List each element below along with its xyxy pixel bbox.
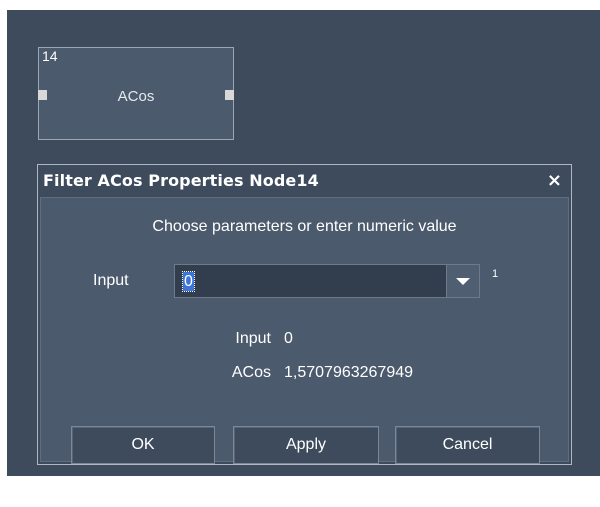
node-canvas[interactable]: 14 ACos Filter ACos Properties Node14 × … <box>7 10 600 476</box>
info-value-input: 0 <box>284 330 293 347</box>
dialog-title: Filter ACos Properties Node14 <box>43 171 319 190</box>
input-combo[interactable]: 0 <box>174 264 480 298</box>
dialog-title-bar[interactable]: Filter ACos Properties Node14 × <box>38 165 571 197</box>
acos-node[interactable]: 14 ACos <box>38 47 234 140</box>
input-value-field[interactable]: 0 <box>182 271 195 292</box>
input-label: Input <box>93 272 129 289</box>
output-port[interactable] <box>225 90 234 100</box>
input-index: 1 <box>492 268 499 280</box>
info-value-acos: 1,5707963267949 <box>284 364 414 381</box>
dialog-body: Choose parameters or enter numeric value… <box>40 197 569 464</box>
properties-dialog: Filter ACos Properties Node14 × Choose p… <box>37 164 572 465</box>
cancel-button[interactable]: Cancel <box>395 426 540 464</box>
apply-button[interactable]: Apply <box>233 426 379 464</box>
dropdown-button[interactable] <box>446 265 479 297</box>
info-label-acos: ACos <box>231 364 271 381</box>
info-label-input: Input <box>235 330 271 347</box>
ok-button[interactable]: OK <box>71 426 215 464</box>
instructions-text: Choose parameters or enter numeric value <box>152 218 457 235</box>
chevron-down-icon <box>456 278 470 285</box>
close-icon[interactable]: × <box>547 170 562 191</box>
node-label: ACos <box>117 88 155 105</box>
input-port[interactable] <box>38 90 47 100</box>
node-id: 14 <box>42 48 58 64</box>
